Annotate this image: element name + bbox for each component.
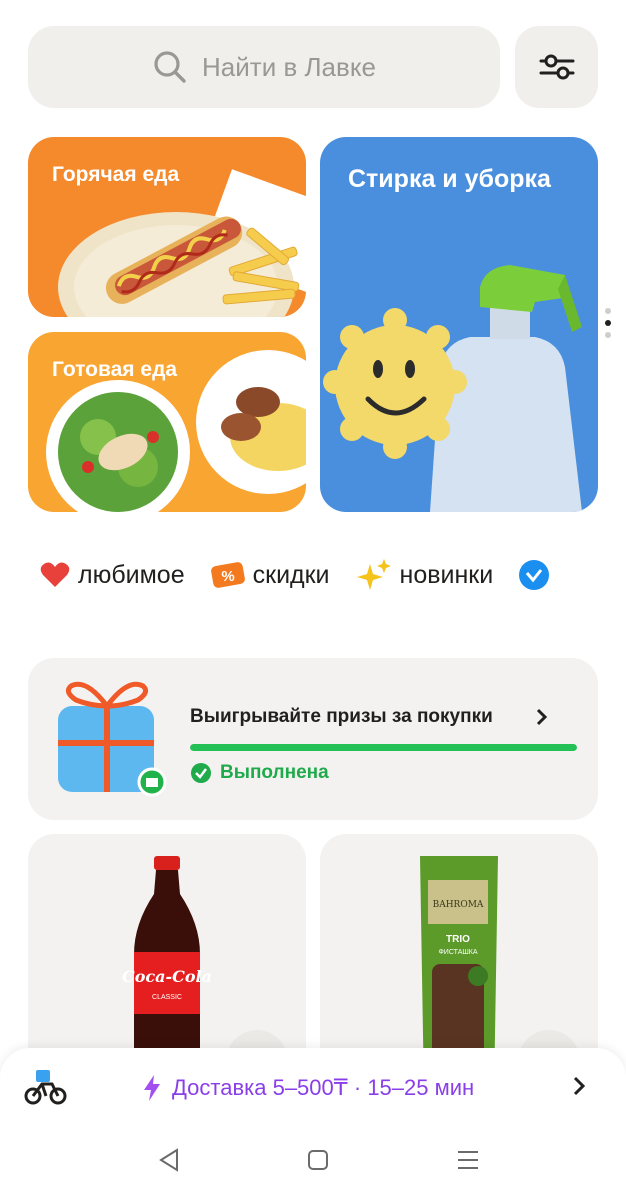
category-tile-hot-food[interactable]: Горячая еда: [28, 137, 306, 317]
check-circle-icon: [191, 763, 211, 783]
prize-status-label: Выполнена: [220, 762, 329, 783]
gift-icon: [58, 681, 167, 797]
pager-dot: [605, 332, 611, 338]
system-navigation-bar: [0, 1130, 626, 1200]
home-icon[interactable]: [307, 1148, 329, 1172]
chevron-right-icon: [536, 708, 548, 726]
delivery-info: Доставка 5–500₸ · 15–25 мин: [142, 1074, 474, 1102]
hot-dog-plate-image: [58, 169, 306, 317]
svg-text:%: %: [221, 568, 234, 585]
filters-button[interactable]: [515, 26, 598, 108]
chevron-right-icon: [573, 1076, 586, 1096]
category-tile-cleaning[interactable]: Стирка и уборка: [320, 137, 598, 512]
chip-favorites[interactable]: любимое: [40, 561, 185, 590]
category-tile-ready-food[interactable]: Готовая еда: [28, 332, 306, 512]
svg-text:Coca-Cola: Coca-Cola: [122, 967, 212, 986]
chip-label: любимое: [78, 560, 185, 589]
heart-icon: [40, 562, 70, 587]
chip-discounts[interactable]: % скидки: [210, 560, 330, 590]
prize-title: Выигрывайте призы за покупки: [190, 706, 493, 727]
svg-text:CLASSIC: CLASSIC: [152, 994, 182, 1001]
svg-text:BAHROMA: BAHROMA: [433, 900, 484, 910]
discount-icon: %: [210, 562, 245, 588]
recents-icon[interactable]: [456, 1148, 480, 1172]
prize-progress-bar: [190, 744, 577, 751]
sponge-and-spray-image: [323, 265, 582, 512]
prize-card[interactable]: Выигрывайте призы за покупки Выполнена: [28, 658, 598, 820]
sliders-icon: [539, 54, 574, 80]
prize-status: Выполнена: [190, 762, 329, 784]
sparkles-icon: [356, 559, 391, 590]
check-badge-icon: [519, 560, 550, 590]
back-icon[interactable]: [158, 1148, 180, 1172]
lightning-icon: [144, 1075, 160, 1101]
quick-filters: любимое % скидки новинки: [40, 553, 583, 597]
pager-dot: [605, 308, 611, 314]
svg-text:ФИСТАШКА: ФИСТАШКА: [438, 949, 477, 956]
chip-label: новинки: [399, 560, 494, 589]
salad-and-cutlets-image: [46, 350, 306, 512]
courier-bike-icon: [24, 1070, 67, 1105]
chip-more[interactable]: [519, 560, 557, 590]
chip-label: скидки: [252, 560, 330, 589]
pager-dot-active: [605, 320, 611, 326]
search-icon: [154, 51, 186, 83]
tiles-pager: [605, 308, 613, 344]
delivery-bar[interactable]: Доставка 5–500₸ · 15–25 мин: [0, 1048, 626, 1130]
search-placeholder: Найти в Лавке: [202, 51, 376, 82]
chip-new[interactable]: новинки: [356, 558, 494, 592]
prize-progress-fill: [190, 744, 577, 751]
delivery-text: Доставка 5–500₸ · 15–25 мин: [172, 1075, 475, 1100]
svg-text:TRIO: TRIO: [446, 934, 470, 945]
search-bar[interactable]: Найти в Лавке: [28, 26, 500, 108]
